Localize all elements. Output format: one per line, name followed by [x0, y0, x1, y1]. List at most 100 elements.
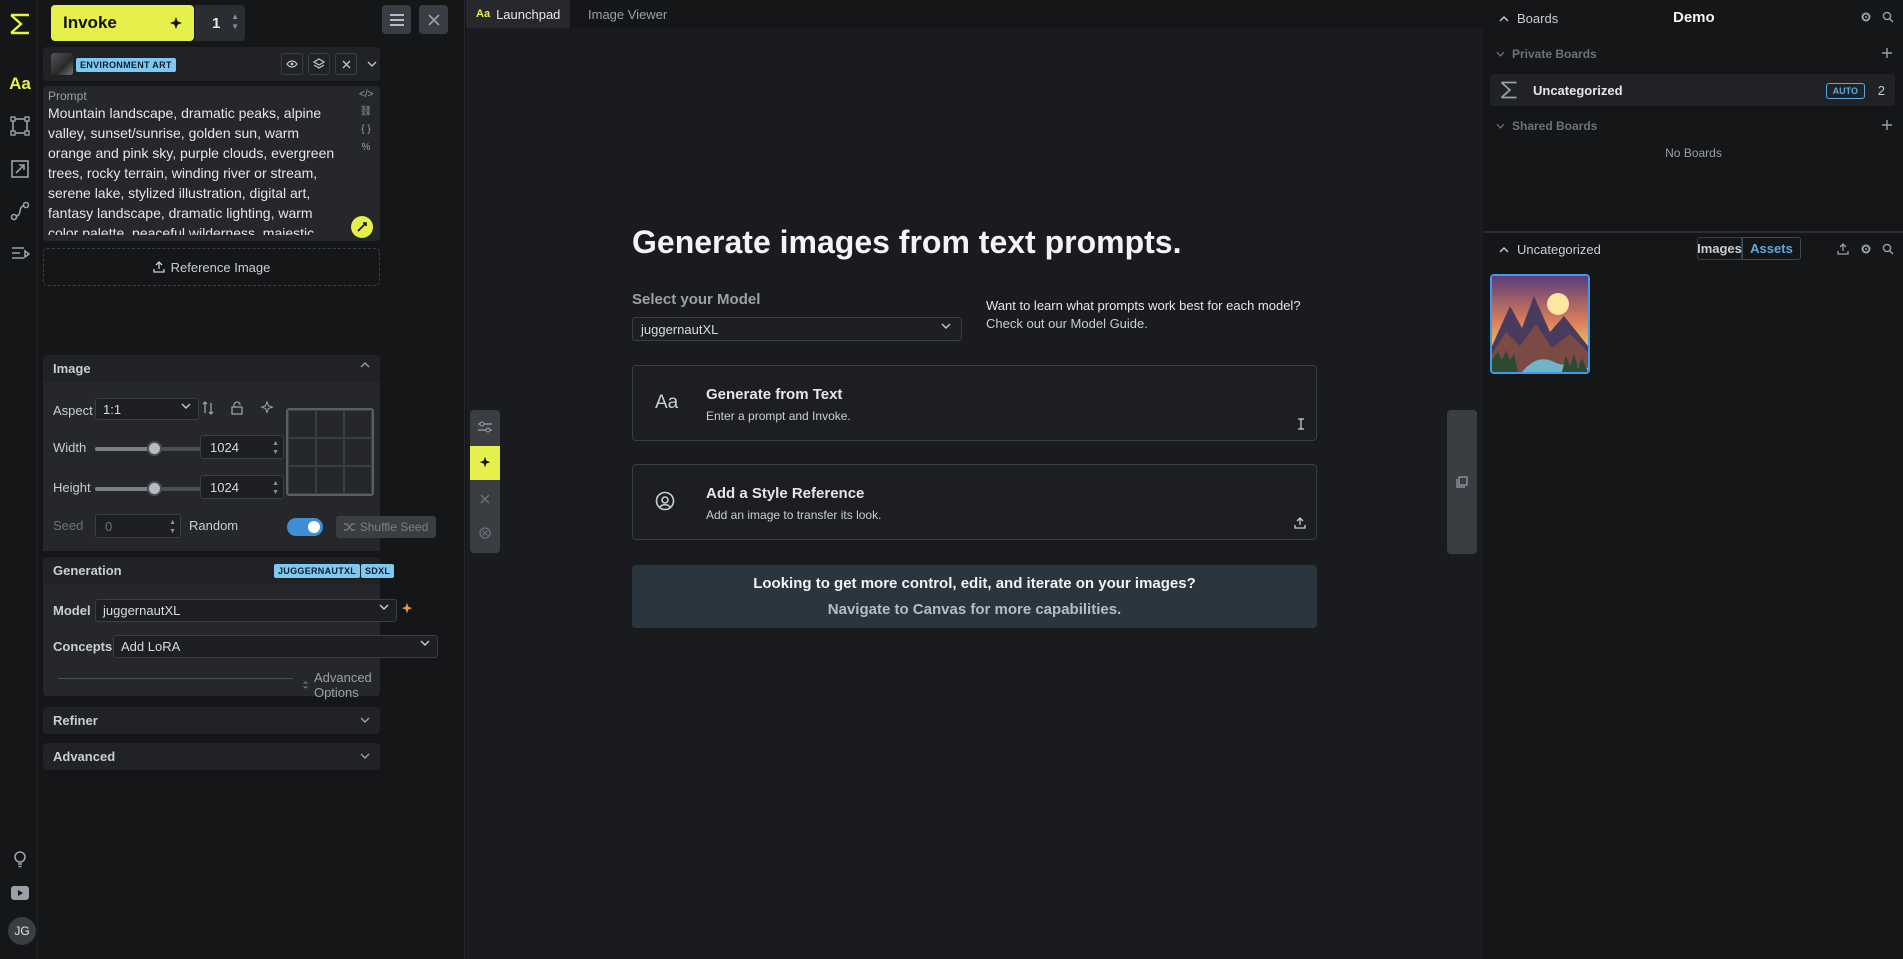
model-select[interactable]: juggernautXL	[95, 599, 397, 622]
seed-stepper-icon[interactable]: ▲ ▼	[169, 518, 176, 536]
chevron-down-icon[interactable]	[361, 53, 383, 75]
percent-icon[interactable]: %	[359, 142, 373, 156]
tab-launchpad[interactable]: Aa Launchpad	[466, 0, 571, 28]
boards-collapse-toggle[interactable]: Boards	[1499, 11, 1558, 26]
seed-input[interactable]: 0 ▲ ▼	[95, 514, 181, 538]
panel-divider[interactable]	[1484, 231, 1903, 233]
add-shared-board-icon[interactable]	[1881, 119, 1893, 131]
aspect-select[interactable]: 1:1	[95, 398, 199, 420]
refiner-section-header[interactable]: Refiner	[43, 707, 380, 734]
model-guide-hint: Want to learn what prompts work best for…	[986, 297, 1301, 333]
style-preset-card[interactable]: ENVIRONMENT ART	[43, 47, 380, 81]
code-icon[interactable]: </>	[359, 89, 373, 103]
refiner-title: Refiner	[53, 713, 98, 728]
shared-boards-toggle[interactable]: Shared Boards	[1496, 119, 1597, 133]
advanced-options-label: Advanced Options	[313, 670, 372, 700]
launchpad-model-select[interactable]: juggernautXL	[632, 317, 962, 341]
eye-icon[interactable]	[281, 53, 303, 75]
menu-button[interactable]	[382, 5, 411, 34]
cancel-queue-button[interactable]	[419, 5, 448, 34]
swap-dimensions-icon[interactable]	[202, 401, 214, 415]
tab-image-viewer[interactable]: Image Viewer	[578, 0, 677, 28]
random-label: Random	[189, 518, 239, 533]
upload-icon[interactable]	[1837, 243, 1849, 255]
cta-line-2[interactable]: Navigate to Canvas for more capabilities…	[632, 601, 1317, 618]
close-preset-icon[interactable]	[335, 53, 357, 75]
width-stepper-icon[interactable]: ▲ ▼	[272, 439, 279, 457]
seed-value: 0	[105, 518, 113, 534]
model-tag: JUGGERNAUTXL	[274, 564, 361, 578]
search-icon[interactable]	[1882, 11, 1894, 23]
random-seed-toggle[interactable]	[287, 518, 323, 536]
width-input[interactable]: 1024 ▲ ▼	[200, 435, 284, 459]
prompt-input[interactable]: Mountain landscape, dramatic peaks, alpi…	[48, 103, 345, 235]
clear-queue-icon[interactable]	[470, 516, 500, 550]
queue-tab-icon[interactable]	[9, 242, 31, 264]
width-slider[interactable]	[95, 441, 212, 456]
add-style-reference-card[interactable]: Add a Style Reference Add an image to tr…	[632, 464, 1317, 540]
board-uncategorized[interactable]: Uncategorized AUTO 2	[1490, 74, 1895, 106]
upload-icon	[152, 261, 165, 273]
width-slider-thumb[interactable]	[146, 441, 162, 456]
height-input[interactable]: 1024 ▲ ▼	[200, 475, 284, 499]
reference-image-button[interactable]: Reference Image	[43, 248, 380, 286]
gallery-collapse-toggle[interactable]: Uncategorized	[1499, 242, 1601, 257]
braces-icon[interactable]: { }	[359, 124, 373, 138]
upload-icon[interactable]	[1294, 517, 1306, 529]
model-sparkle-icon[interactable]	[400, 602, 414, 616]
youtube-icon[interactable]	[9, 882, 31, 904]
workflows-tab-icon[interactable]	[9, 200, 31, 222]
toggle-right-panel-button[interactable]	[1447, 410, 1477, 554]
lock-icon[interactable]	[231, 401, 243, 415]
invoke-button[interactable]: Invoke	[51, 5, 194, 41]
generation-section-header[interactable]: Generation JUGGERNAUTXL	[43, 557, 380, 584]
gear-icon[interactable]	[1860, 11, 1872, 23]
launchpad-model-value: juggernautXL	[641, 321, 719, 337]
invoke-label: Invoke	[63, 13, 117, 32]
advanced-section-header[interactable]: Advanced	[43, 743, 380, 770]
layers-icon[interactable]	[308, 53, 330, 75]
canvas-cta-banner[interactable]: Looking to get more control, edit, and i…	[632, 565, 1317, 628]
divider	[58, 678, 293, 679]
concepts-label: Concepts	[53, 639, 113, 654]
gallery-search-icon[interactable]	[1882, 243, 1894, 255]
assets-tab[interactable]: Assets	[1742, 237, 1801, 260]
model-guide-link[interactable]: Check out our Model Guide.	[986, 315, 1301, 333]
height-stepper-icon[interactable]: ▲ ▼	[272, 479, 279, 497]
gallery-icon	[1456, 476, 1468, 488]
avatar-initials: JG	[14, 924, 30, 938]
lightbulb-icon[interactable]	[9, 848, 31, 870]
cancel-icon[interactable]	[470, 482, 500, 516]
base-model-tag: SDXL	[361, 564, 395, 578]
invoke-logo-icon[interactable]	[8, 12, 32, 36]
avatar[interactable]: JG	[8, 917, 36, 945]
optimal-size-icon[interactable]	[260, 401, 274, 415]
height-slider[interactable]	[95, 481, 212, 496]
height-slider-thumb[interactable]	[146, 481, 162, 496]
gallery-image-thumbnail[interactable]	[1490, 274, 1590, 374]
add-private-board-icon[interactable]	[1881, 47, 1893, 59]
prompt-box: Prompt Mountain landscape, dramatic peak…	[43, 86, 380, 241]
shared-boards-label: Shared Boards	[1512, 119, 1598, 133]
lora-select[interactable]: Add LoRA	[113, 635, 438, 658]
chevron-down-icon	[1496, 123, 1505, 129]
stepper-arrows-icon[interactable]: ▲ ▼	[231, 12, 239, 32]
link-icon[interactable]: ⛓	[359, 106, 373, 120]
canvas-tab-icon[interactable]	[9, 115, 31, 137]
shuffle-seed-button[interactable]: Shuffle Seed	[336, 516, 436, 538]
private-boards-toggle[interactable]: Private Boards	[1496, 47, 1597, 61]
upscale-tab-icon[interactable]	[9, 158, 31, 180]
images-tab[interactable]: Images	[1697, 237, 1742, 260]
sliders-icon[interactable]	[470, 410, 500, 444]
chevron-down-icon	[360, 753, 370, 759]
image-section-header[interactable]: Image	[43, 355, 380, 382]
tab-launchpad-label: Launchpad	[496, 6, 561, 22]
generate-tab-icon[interactable]: Aa	[9, 73, 31, 95]
generate-from-text-card[interactable]: Aa Generate from Text Enter a prompt and…	[632, 365, 1317, 441]
iterations-stepper[interactable]: 1 ▲ ▼	[195, 5, 245, 41]
invoke-sparkle-icon[interactable]	[470, 446, 500, 480]
expand-prompt-icon[interactable]	[351, 216, 373, 238]
gallery-settings-gear-icon[interactable]	[1860, 243, 1872, 255]
advanced-options-toggle[interactable]: Advanced Options	[303, 670, 380, 700]
selected-board-name: Demo	[1673, 9, 1715, 26]
